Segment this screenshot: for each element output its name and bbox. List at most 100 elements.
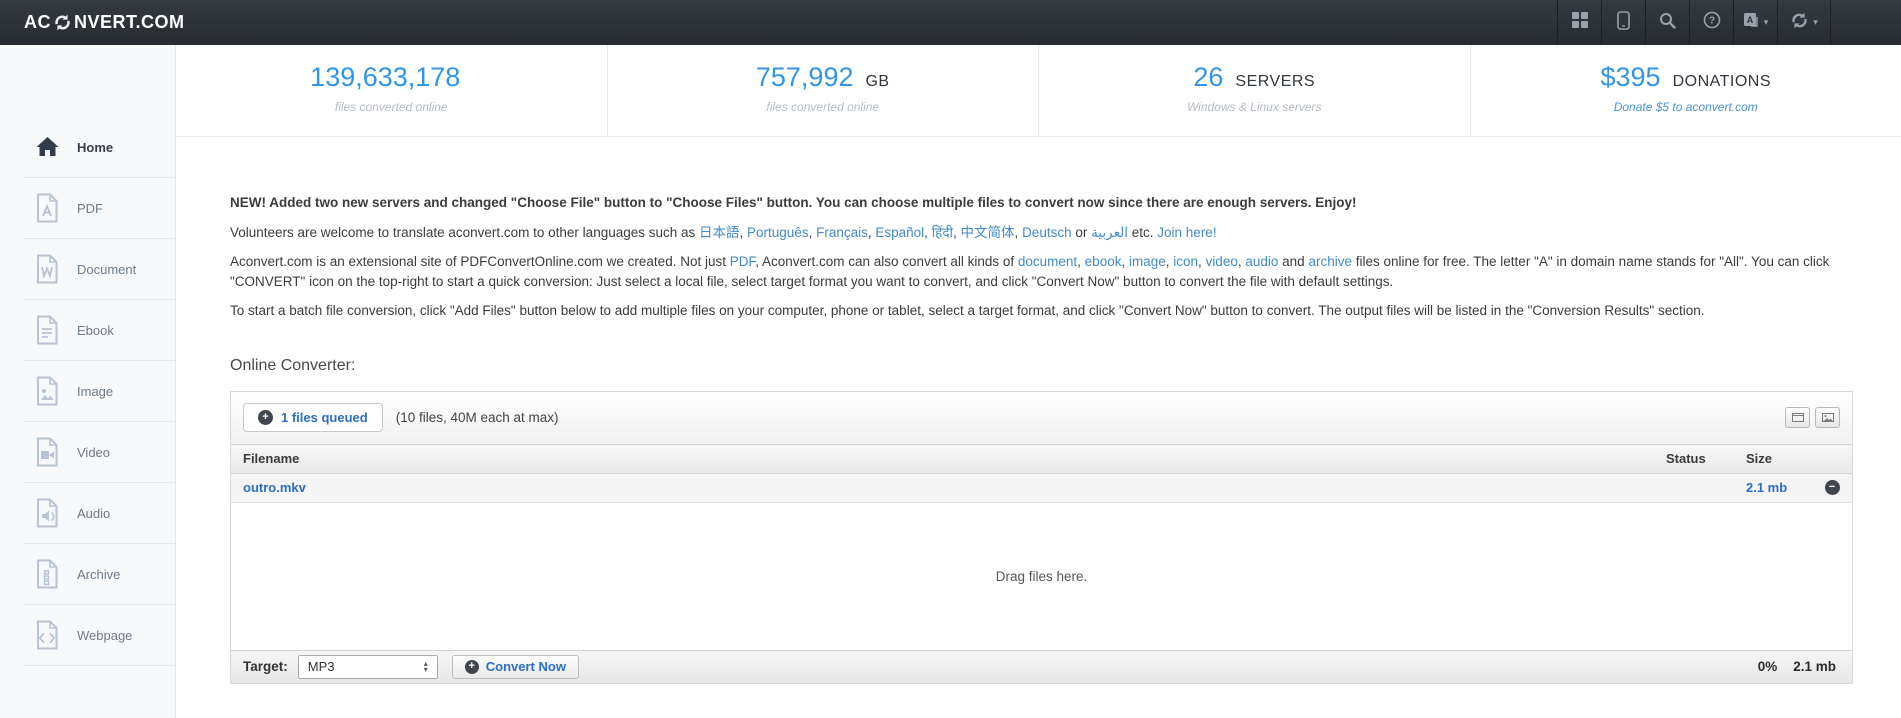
stats-band: 139,633,178 files converted online 757,9… <box>176 45 1901 137</box>
inline-link[interactable]: Français <box>816 225 868 240</box>
stat-files-converted: 139,633,178 files converted online <box>176 45 607 136</box>
add-files-button[interactable]: + 1 files queued <box>243 403 383 433</box>
help-icon: ? <box>1703 11 1721 34</box>
stat-value: 26 <box>1193 62 1224 92</box>
caret-down-icon: ▾ <box>1813 17 1818 27</box>
column-header-status: Status <box>1666 451 1706 467</box>
file-size: 2.1 mb <box>1746 479 1788 495</box>
inline-link[interactable]: archive <box>1308 254 1352 269</box>
word-file-icon <box>34 254 60 284</box>
sidebar-item-label: PDF <box>77 200 103 216</box>
inline-link[interactable]: Português <box>747 225 809 240</box>
language-menu-button[interactable]: A ▾ <box>1733 0 1777 45</box>
sidebar-item-webpage[interactable]: Webpage <box>0 605 175 665</box>
progress-percent: 0% <box>1757 659 1778 675</box>
inline-link[interactable]: audio <box>1245 254 1278 269</box>
convert-icon <box>1790 12 1809 34</box>
help-button[interactable]: ? <box>1689 0 1733 45</box>
total-size: 2.1 mb <box>1793 659 1836 675</box>
mobile-version-button[interactable] <box>1601 0 1645 45</box>
sidebar-item-pdf[interactable]: PDF <box>0 178 175 238</box>
about-text: Aconvert.com is an extensional site of P… <box>230 254 1830 289</box>
converter-toolbar: + 1 files queued (10 files, 40M each at … <box>231 391 1852 444</box>
volunteer-text: Volunteers are welcome to translate acon… <box>230 224 1217 240</box>
stat-subtitle: files converted online <box>766 100 880 114</box>
basic-uploader-button[interactable] <box>1785 407 1810 429</box>
svg-text:?: ? <box>1708 16 1714 27</box>
stat-unit: GB <box>865 73 890 90</box>
uploader-toggle-group <box>1785 407 1840 429</box>
table-row: outro.mkv 2.1 mb − <box>231 473 1852 503</box>
sidebar-item-label: Audio <box>77 505 111 521</box>
image-file-icon <box>34 376 60 406</box>
sidebar-item-archive[interactable]: Archive <box>0 544 175 604</box>
language-icon: A <box>1743 12 1760 33</box>
target-format-value: MP3 <box>307 659 335 675</box>
plus-circle-icon: + <box>258 410 273 426</box>
inline-link[interactable]: image <box>1129 254 1166 269</box>
inline-link[interactable]: हिंदी <box>932 225 953 240</box>
stat-unit: DONATIONS <box>1672 73 1771 90</box>
svg-text:A: A <box>1746 15 1753 25</box>
sidebar-item-label: Webpage <box>77 627 133 643</box>
target-format-select[interactable]: MP3 ▴ ▾ <box>297 654 438 679</box>
sidebar-item-image[interactable]: Image <box>0 361 175 421</box>
inline-link[interactable]: PDF <box>730 254 756 269</box>
sidebar-item-label: Video <box>77 444 111 460</box>
remove-file-button[interactable]: − <box>1824 480 1840 496</box>
stat-donations: $395 DONATIONS Donate $5 to aconvert.com <box>1469 45 1901 136</box>
image-icon <box>1821 409 1834 427</box>
online-converter-panel: + 1 files queued (10 files, 40M each at … <box>230 390 1853 684</box>
stat-servers: 26 SERVERS Windows & Linux servers <box>1038 45 1470 136</box>
video-file-icon <box>34 437 60 467</box>
table-header-row: Filename Status Size <box>231 443 1852 474</box>
brand-suffix: NVERT.COM <box>74 12 185 32</box>
inline-link[interactable]: العربية <box>1091 225 1128 240</box>
search-button[interactable] <box>1645 0 1689 45</box>
announcement-text: NEW! Added two new servers and changed "… <box>230 195 1357 210</box>
sidebar-item-label: Archive <box>77 566 121 582</box>
sidebar-item-home[interactable]: Home <box>0 117 175 177</box>
inline-link[interactable]: 中文简体 <box>961 225 1015 240</box>
flash-uploader-button[interactable] <box>1815 407 1840 429</box>
convert-now-button[interactable]: + Convert Now <box>451 654 579 679</box>
sidebar-item-document[interactable]: Document <box>0 239 175 299</box>
stat-value: 139,633,178 <box>310 62 461 92</box>
sidebar-item-ebook[interactable]: Ebook <box>0 300 175 360</box>
sidebar-item-label: Ebook <box>77 322 114 338</box>
sidebar-item-video[interactable]: Video <box>0 422 175 482</box>
window-icon <box>1791 409 1804 427</box>
sidebar-item-audio[interactable]: Audio <box>0 483 175 543</box>
inline-link[interactable]: 日本語 <box>699 225 740 240</box>
convert-logo-icon <box>53 14 72 31</box>
inline-link[interactable]: video <box>1206 254 1238 269</box>
mobile-icon <box>1617 10 1630 35</box>
ebook-file-icon <box>34 315 60 345</box>
apps-button[interactable] <box>1557 0 1601 45</box>
drop-zone[interactable]: Drag files here. <box>231 502 1852 650</box>
section-title: Online Converter: <box>230 356 356 374</box>
inline-link[interactable]: Deutsch <box>1022 225 1072 240</box>
quick-convert-menu-button[interactable]: ▾ <box>1777 0 1831 45</box>
upload-limit-note: (10 files, 40M each at max) <box>395 410 559 426</box>
plus-circle-icon: + <box>464 659 479 674</box>
archive-file-icon <box>34 559 60 589</box>
drop-hint-text: Drag files here. <box>995 568 1088 584</box>
top-navbar: AC NVERT.COM ? A ▾ ▾ <box>0 0 1901 45</box>
column-header-size: Size <box>1746 451 1773 467</box>
stat-subtitle: files converted online <box>334 100 448 114</box>
convert-now-label: Convert Now <box>485 659 566 675</box>
inline-link[interactable]: document <box>1018 254 1077 269</box>
converter-footer: Target: MP3 ▴ ▾ + Convert Now 0% 2.1 mb <box>231 649 1852 683</box>
stat-subtitle: Windows & Linux servers <box>1186 100 1322 114</box>
inline-link[interactable]: icon <box>1173 254 1198 269</box>
audio-file-icon <box>34 498 60 528</box>
totals-group: 0% 2.1 mb <box>1758 659 1840 674</box>
donate-link[interactable]: Donate $5 to aconvert.com <box>1471 100 1901 114</box>
file-name-link[interactable]: outro.mkv <box>243 480 306 495</box>
inline-link[interactable]: Español <box>875 225 924 240</box>
inline-link[interactable]: ebook <box>1085 254 1122 269</box>
webpage-file-icon <box>34 620 60 650</box>
brand-logo[interactable]: AC NVERT.COM <box>0 0 185 45</box>
inline-link[interactable]: Join here! <box>1157 225 1216 240</box>
